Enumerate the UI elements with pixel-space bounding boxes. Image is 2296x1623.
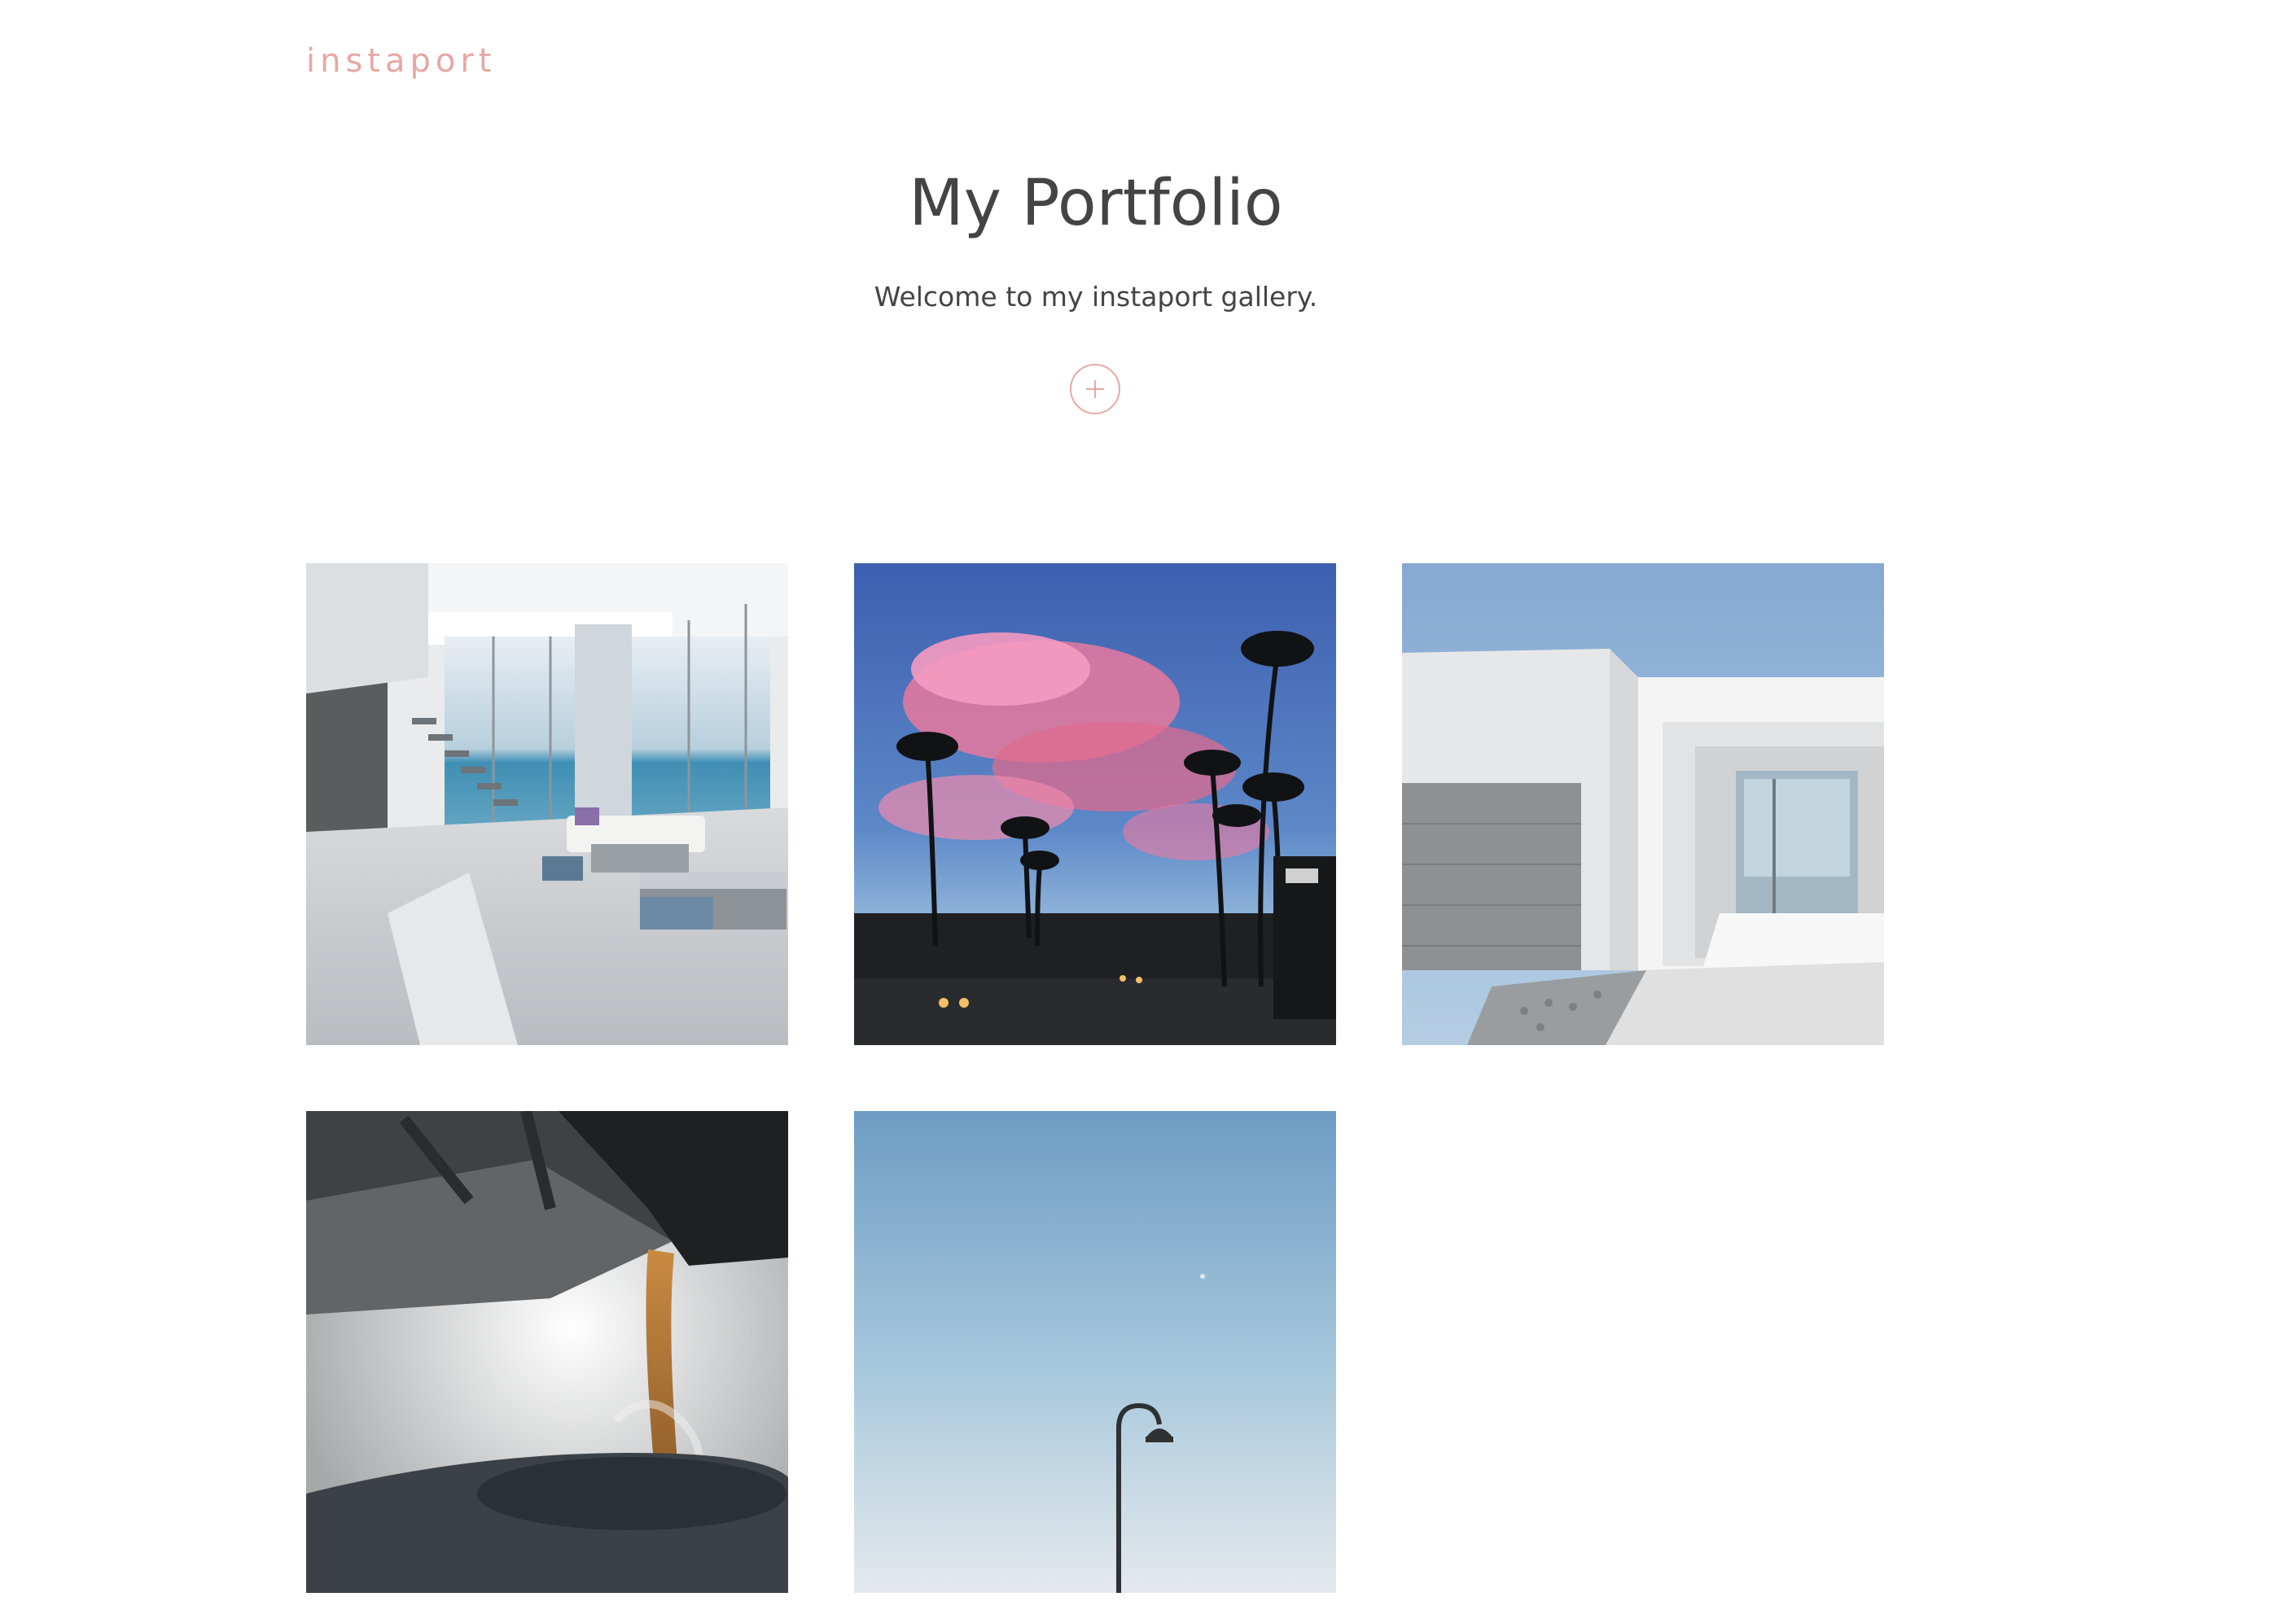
gallery-photo-palm-sunset[interactable] — [854, 563, 1336, 1045]
page: instaport My Portfolio Welcome to my ins… — [0, 0, 2296, 1623]
plus-icon — [1086, 380, 1104, 398]
page-title: My Portfolio — [909, 167, 1283, 240]
logo-link[interactable]: instaport — [306, 42, 497, 80]
modern-house-photo-image — [1402, 563, 1884, 1045]
gallery-photo-street-lamp[interactable] — [854, 1111, 1336, 1593]
street-lamp-photo-image — [854, 1111, 1336, 1593]
coffee-photo-image — [306, 1111, 788, 1593]
palm-sunset-photo-image — [854, 563, 1336, 1045]
gallery-photo-modern-house[interactable] — [1402, 563, 1884, 1045]
gallery-photo-coffee[interactable] — [306, 1111, 788, 1593]
page-subtitle: Welcome to my instaport gallery. — [874, 281, 1318, 313]
gallery-photo-interior[interactable] — [306, 563, 788, 1045]
photo-gallery — [306, 563, 1886, 1593]
add-photo-button[interactable] — [1070, 364, 1120, 414]
interior-photo-image — [306, 563, 788, 1045]
